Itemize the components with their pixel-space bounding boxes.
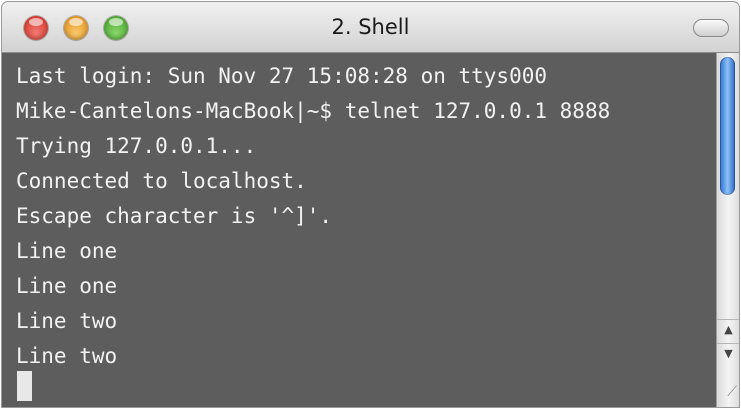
terminal-line: Line one [16,274,118,298]
terminal-line: Line one [16,239,118,263]
window-title: 2. Shell [331,15,410,39]
scroll-up-icon[interactable]: ▲ [717,319,739,340]
terminal-line: Trying 127.0.0.1... [16,134,257,158]
terminal-window: 2. Shell Last login: Sun Nov 27 15:08:28… [2,2,739,407]
title-bar[interactable]: 2. Shell [2,2,739,53]
toolbar-toggle-icon[interactable] [693,19,729,37]
terminal-output[interactable]: Last login: Sun Nov 27 15:08:28 on ttys0… [2,53,716,407]
terminal-line: Connected to localhost. [16,169,307,193]
terminal-line: Line two [16,309,118,333]
terminal-line: Escape character is '^]'. [16,204,333,228]
vertical-scrollbar[interactable]: ▲ ▼ ⟋ [716,53,739,407]
scroll-thumb[interactable] [720,57,735,195]
terminal-line: Line two [16,344,118,368]
resize-grip-icon[interactable]: ⟋ [719,383,737,401]
terminal-line: Mike-Cantelons-MacBook|~$ telnet 127.0.0… [16,99,611,123]
scroll-down-icon[interactable]: ▼ [717,343,739,364]
terminal-line: Last login: Sun Nov 27 15:08:28 on ttys0… [16,64,548,88]
text-cursor [17,371,32,401]
